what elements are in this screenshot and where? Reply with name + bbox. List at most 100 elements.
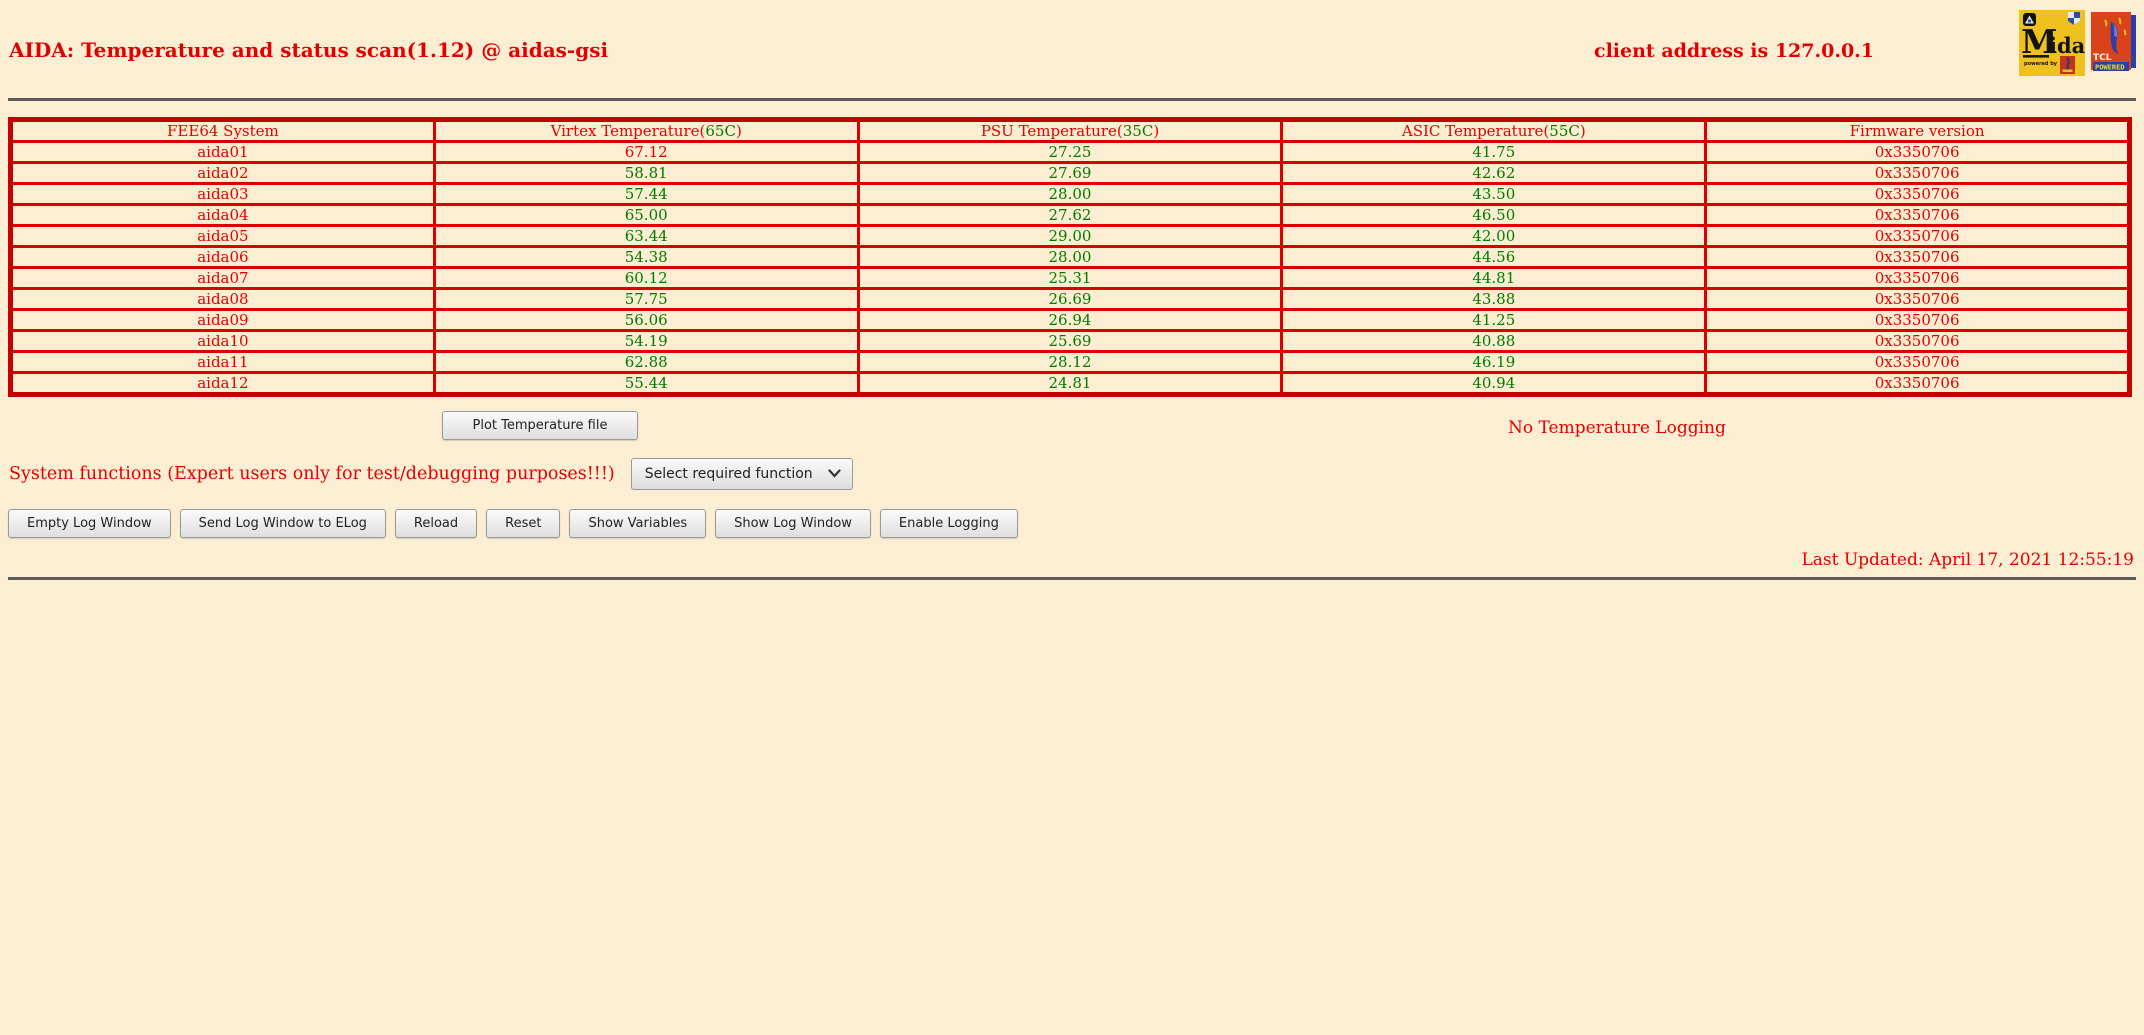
cell-system: aida06 bbox=[9, 245, 436, 269]
plot-temperature-file-button[interactable]: Plot Temperature file bbox=[442, 411, 638, 440]
cell-asic: 42.00 bbox=[1280, 224, 1708, 248]
table-row: aida01 67.12 27.25 41.75 0x3350706 bbox=[9, 140, 2131, 164]
table-row: aida12 55.44 24.81 40.94 0x3350706 bbox=[9, 371, 2131, 396]
empty-log-window-button[interactable]: Empty Log Window bbox=[8, 509, 171, 538]
table-row: aida05 63.44 29.00 42.00 0x3350706 bbox=[9, 224, 2131, 248]
column-header-3: ASIC Temperature(55C) bbox=[1280, 118, 1708, 143]
page: AIDA: Temperature and status scan(1.12) … bbox=[0, 0, 2144, 588]
logging-status-text: No Temperature Logging bbox=[1508, 418, 1726, 438]
cell-system: aida10 bbox=[9, 329, 436, 353]
cell-asic: 44.56 bbox=[1280, 245, 1708, 269]
table-row: aida09 56.06 26.94 41.25 0x3350706 bbox=[9, 308, 2131, 332]
show-variables-button[interactable]: Show Variables bbox=[569, 509, 707, 538]
system-functions-row: System functions (Expert users only for … bbox=[8, 455, 2136, 493]
header: AIDA: Temperature and status scan(1.12) … bbox=[8, 8, 2136, 92]
cell-firmware: 0x3350706 bbox=[1704, 287, 2131, 311]
cell-system: aida12 bbox=[9, 371, 436, 396]
cell-asic: 41.75 bbox=[1280, 140, 1708, 164]
cell-psu: 28.12 bbox=[856, 350, 1284, 374]
cell-virtex: 62.88 bbox=[432, 350, 860, 374]
cell-virtex: 67.12 bbox=[432, 140, 860, 164]
midas-powered-by-text: powered by bbox=[2024, 61, 2058, 67]
reload-button[interactable]: Reload bbox=[394, 509, 478, 538]
column-header-4: Firmware version bbox=[1704, 118, 2131, 143]
cell-asic: 40.88 bbox=[1280, 329, 1708, 353]
divider-bottom bbox=[8, 577, 2136, 580]
last-updated-text: Last Updated: April 17, 2021 12:55:19 bbox=[1801, 550, 2134, 570]
cell-virtex: 60.12 bbox=[432, 266, 860, 290]
cell-system: aida09 bbox=[9, 308, 436, 332]
cell-firmware: 0x3350706 bbox=[1704, 329, 2131, 353]
function-select-wrap: Select required function bbox=[630, 458, 853, 490]
cell-psu: 28.00 bbox=[856, 245, 1284, 269]
temperature-table: FEE64 System Virtex Temperature(65C) PSU T… bbox=[8, 117, 2132, 397]
cell-asic: 43.88 bbox=[1280, 287, 1708, 311]
table-row: aida04 65.00 27.62 46.50 0x3350706 bbox=[9, 203, 2131, 227]
table-row: aida02 58.81 27.69 42.62 0x3350706 bbox=[9, 161, 2131, 185]
cell-firmware: 0x3350706 bbox=[1704, 308, 2131, 332]
cell-system: aida07 bbox=[9, 266, 436, 290]
page-title: AIDA: Temperature and status scan(1.12) … bbox=[9, 38, 609, 62]
function-select[interactable]: Select required function bbox=[630, 458, 853, 490]
cell-virtex: 56.06 bbox=[432, 308, 860, 332]
cell-firmware: 0x3350706 bbox=[1704, 140, 2131, 164]
table-row: aida11 62.88 28.12 46.19 0x3350706 bbox=[9, 350, 2131, 374]
midas-logo-icon: M idas powered by bbox=[2019, 10, 2085, 76]
table-row: aida10 54.19 25.69 40.88 0x3350706 bbox=[9, 329, 2131, 353]
tcl-powered-logo-icon: TCL POWERED bbox=[2091, 12, 2136, 72]
client-address: client address is 127.0.0.1 bbox=[1594, 40, 1874, 62]
cell-firmware: 0x3350706 bbox=[1704, 224, 2131, 248]
cell-system: aida02 bbox=[9, 161, 436, 185]
cell-system: aida08 bbox=[9, 287, 436, 311]
table-row: aida06 54.38 28.00 44.56 0x3350706 bbox=[9, 245, 2131, 269]
cell-firmware: 0x3350706 bbox=[1704, 266, 2131, 290]
cell-asic: 43.50 bbox=[1280, 182, 1708, 206]
cell-system: aida03 bbox=[9, 182, 436, 206]
reset-button[interactable]: Reset bbox=[486, 509, 561, 538]
cell-psu: 27.62 bbox=[856, 203, 1284, 227]
cell-virtex: 63.44 bbox=[432, 224, 860, 248]
cell-virtex: 65.00 bbox=[432, 203, 860, 227]
cell-psu: 25.31 bbox=[856, 266, 1284, 290]
svg-text:idas: idas bbox=[2049, 33, 2085, 58]
cell-system: aida11 bbox=[9, 350, 436, 374]
cell-psu: 26.69 bbox=[856, 287, 1284, 311]
enable-logging-button[interactable]: Enable Logging bbox=[879, 509, 1018, 538]
cell-psu: 26.94 bbox=[856, 308, 1284, 332]
cell-virtex: 54.19 bbox=[432, 329, 860, 353]
column-header-2: PSU Temperature(35C) bbox=[856, 118, 1284, 143]
divider-top bbox=[8, 98, 2136, 101]
cell-asic: 46.50 bbox=[1280, 203, 1708, 227]
cell-psu: 27.69 bbox=[856, 161, 1284, 185]
cell-psu: 24.81 bbox=[856, 371, 1284, 396]
cell-psu: 27.25 bbox=[856, 140, 1284, 164]
show-log-window-button[interactable]: Show Log Window bbox=[715, 509, 871, 538]
cell-firmware: 0x3350706 bbox=[1704, 203, 2131, 227]
cell-virtex: 57.75 bbox=[432, 287, 860, 311]
cell-asic: 46.19 bbox=[1280, 350, 1708, 374]
table-row: aida03 57.44 28.00 43.50 0x3350706 bbox=[9, 182, 2131, 206]
send-log-window-to-elog-button[interactable]: Send Log Window to ELog bbox=[179, 509, 386, 538]
cell-firmware: 0x3350706 bbox=[1704, 245, 2131, 269]
cell-psu: 25.69 bbox=[856, 329, 1284, 353]
cell-firmware: 0x3350706 bbox=[1704, 182, 2131, 206]
cell-system: aida05 bbox=[9, 224, 436, 248]
table-header-row: FEE64 System Virtex Temperature(65C) PSU T… bbox=[9, 118, 2131, 143]
table-row: aida08 57.75 26.69 43.88 0x3350706 bbox=[9, 287, 2131, 311]
cell-virtex: 57.44 bbox=[432, 182, 860, 206]
log-buttons-row: Empty Log Window Send Log Window to ELog R… bbox=[8, 509, 2136, 538]
cell-firmware: 0x3350706 bbox=[1704, 161, 2131, 185]
cell-system: aida04 bbox=[9, 203, 436, 227]
cell-virtex: 55.44 bbox=[432, 371, 860, 396]
plot-row: Plot Temperature file No Temperature Log… bbox=[8, 409, 2136, 447]
cell-psu: 29.00 bbox=[856, 224, 1284, 248]
column-header-0: FEE64 System bbox=[9, 118, 436, 143]
system-functions-label: System functions (Expert users only for … bbox=[9, 464, 615, 484]
cell-asic: 40.94 bbox=[1280, 371, 1708, 396]
logos: M idas powered by TCL POWERED bbox=[2019, 10, 2136, 76]
tcl-text: TCL bbox=[2093, 53, 2112, 63]
column-header-1: Virtex Temperature(65C) bbox=[432, 118, 860, 143]
cell-firmware: 0x3350706 bbox=[1704, 350, 2131, 374]
cell-virtex: 54.38 bbox=[432, 245, 860, 269]
cell-virtex: 58.81 bbox=[432, 161, 860, 185]
